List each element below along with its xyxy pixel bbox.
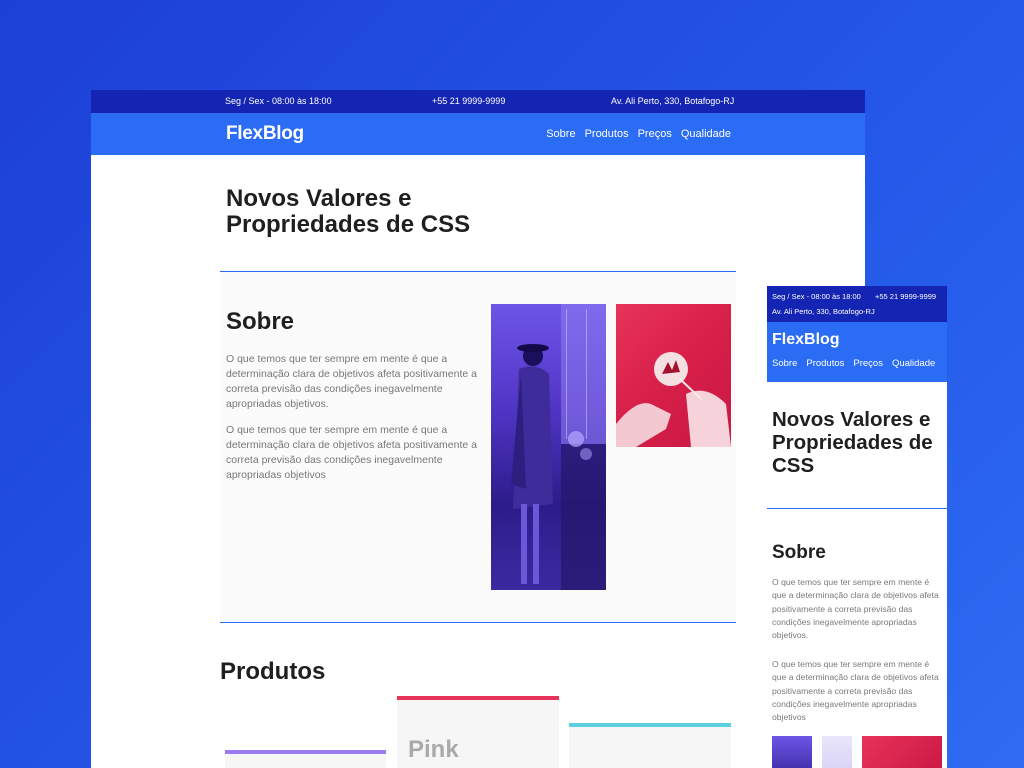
phone-text: +55 21 9999-9999 — [875, 292, 937, 301]
about-paragraph: O que temos que ter sempre em mente é qu… — [226, 424, 477, 481]
window-photo — [822, 736, 852, 768]
nav-item-qualidade[interactable]: Qualidade — [681, 128, 731, 140]
logo[interactable]: FlexBlog — [772, 331, 840, 349]
mobile-page: Seg / Sex - 08:00 às 18:00 +55 21 9999-9… — [767, 286, 947, 768]
card-label: Pink — [408, 736, 459, 763]
main-nav: FlexBlog Sobre Produtos Preços Qualidade — [91, 113, 865, 155]
card-accent-bar — [569, 723, 731, 727]
about-section: Sobre O que temos que ter sempre em ment… — [220, 272, 736, 622]
divider — [220, 622, 736, 623]
hours-text: Seg / Sex - 08:00 às 18:00 — [225, 96, 332, 106]
card-accent-bar — [225, 750, 386, 754]
woman-photo — [491, 304, 606, 590]
product-card[interactable]: Pink — [397, 696, 559, 768]
nav-menu: Sobre Produtos Preços Qualidade — [546, 128, 731, 140]
about-paragraph: O que temos que ter sempre em mente é qu… — [772, 577, 939, 641]
mobile-nav: FlexBlog Sobre Produtos Preços Qualidade — [767, 322, 947, 382]
product-card[interactable] — [569, 723, 731, 768]
nav-item-sobre[interactable]: Sobre — [546, 128, 575, 140]
address-text: Av. Ali Perto, 330, Botafogo-RJ — [772, 307, 875, 316]
about-title: Sobre — [226, 308, 295, 335]
address-text: Av. Ali Perto, 330, Botafogo-RJ — [611, 96, 735, 106]
about-title: Sobre — [772, 542, 826, 563]
logo[interactable]: FlexBlog — [226, 123, 304, 145]
nav-item-sobre[interactable]: Sobre — [772, 358, 797, 369]
about-paragraph: O que temos que ter sempre em mente é qu… — [772, 659, 939, 723]
products-title: Produtos — [220, 658, 326, 685]
page-title: Novos Valores e Propriedades de CSS — [226, 185, 471, 238]
nav-menu: Sobre Produtos Preços Qualidade — [772, 358, 935, 369]
hands-crafting-photo — [616, 304, 731, 447]
about-paragraph: O que temos que ter sempre em mente é qu… — [226, 353, 477, 410]
nav-item-precos[interactable]: Preços — [638, 128, 672, 140]
mobile-top-info-bar: Seg / Sex - 08:00 às 18:00 +55 21 9999-9… — [767, 286, 947, 322]
nav-item-qualidade[interactable]: Qualidade — [892, 358, 935, 369]
woman-photo — [772, 736, 812, 768]
desktop-page: Seg / Sex - 08:00 às 18:00 +55 21 9999-9… — [91, 90, 865, 768]
top-info-bar: Seg / Sex - 08:00 às 18:00 +55 21 9999-9… — [91, 90, 865, 113]
product-card[interactable] — [225, 750, 386, 768]
divider — [767, 508, 947, 509]
nav-item-produtos[interactable]: Produtos — [585, 128, 629, 140]
phone-text: +55 21 9999-9999 — [432, 96, 506, 106]
card-accent-bar — [397, 696, 559, 700]
page-title: Novos Valores e Propriedades de CSS — [772, 408, 933, 477]
hands-crafting-photo — [862, 736, 942, 768]
hours-text: Seg / Sex - 08:00 às 18:00 — [772, 292, 861, 301]
nav-item-produtos[interactable]: Produtos — [806, 358, 844, 369]
nav-item-precos[interactable]: Preços — [853, 358, 883, 369]
